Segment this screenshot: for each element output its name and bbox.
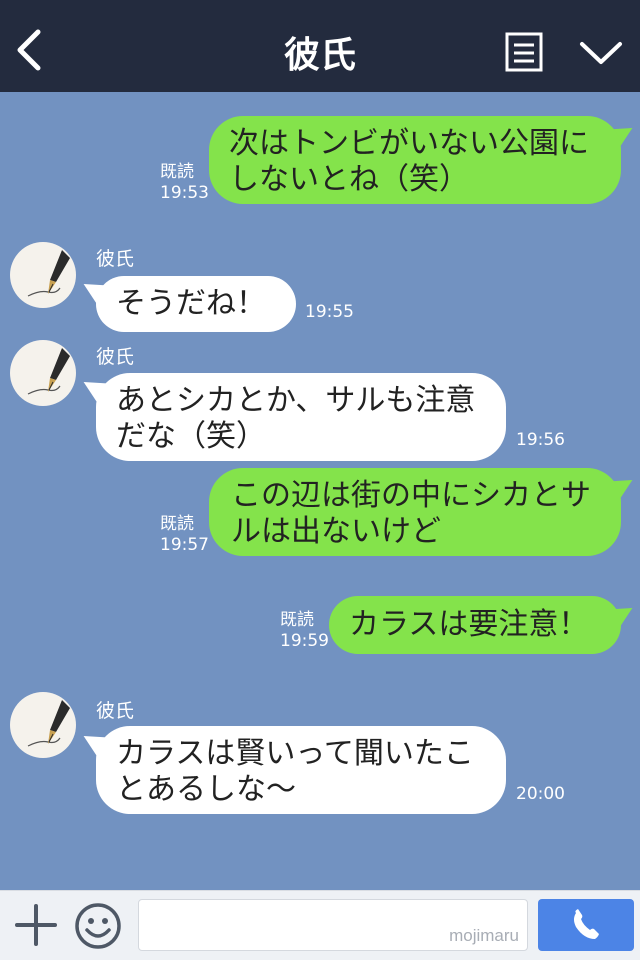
message-list[interactable]: 既読 19:53 次はトンビがいない公園に しないとね（笑） 彼氏 そうだね！ …	[0, 92, 640, 890]
message-text: カラスは賢いって聞いたこ とあるしな〜	[116, 736, 474, 807]
message-time: 19:53	[160, 183, 209, 203]
their-message-bubble[interactable]: カラスは賢いって聞いたこ とあるしな〜	[96, 726, 506, 814]
my-message-bubble[interactable]: この辺は街の中にシカとサ ルは出ないけど	[209, 468, 621, 556]
watermark: mojimaru	[449, 926, 519, 945]
message-text: あとシカとか、サルも注意 だな（笑）	[116, 383, 476, 454]
message-text: 次はトンビがいない公園に しないとね（笑）	[229, 126, 589, 197]
plus-icon	[15, 904, 57, 946]
my-message-bubble[interactable]: 次はトンビがいない公園に しないとね（笑）	[209, 116, 621, 204]
expand-button[interactable]	[578, 38, 624, 68]
chat-header: 彼氏	[0, 0, 640, 92]
smiley-icon	[75, 903, 121, 949]
message-text: この辺は街の中にシカとサ ルは出ないけど	[231, 478, 591, 549]
read-label: 既読	[160, 514, 194, 534]
message-text: カラスは要注意！	[349, 607, 589, 642]
sender-name: 彼氏	[96, 346, 135, 368]
phone-icon	[574, 909, 599, 939]
read-receipt: 既読 19:53	[160, 162, 209, 204]
message-time: 19:57	[160, 535, 209, 555]
call-button[interactable]	[538, 899, 634, 951]
sender-name: 彼氏	[96, 248, 135, 270]
read-label: 既読	[160, 162, 194, 182]
add-button[interactable]	[14, 903, 58, 947]
fountain-pen-icon	[27, 700, 70, 747]
read-label: 既読	[280, 610, 314, 630]
read-receipt: 既読 19:57	[160, 514, 209, 556]
their-message-bubble[interactable]: そうだね！	[96, 276, 296, 332]
input-bar: mojimaru	[0, 890, 640, 960]
message-text: そうだね！	[116, 286, 266, 321]
avatar[interactable]	[10, 692, 76, 758]
message-time: 19:59	[280, 631, 329, 651]
their-message-bubble[interactable]: あとシカとか、サルも注意 だな（笑）	[96, 373, 506, 461]
sender-name: 彼氏	[96, 700, 135, 722]
notes-button[interactable]	[505, 32, 543, 72]
read-receipt: 既読 19:59	[280, 610, 329, 652]
chevron-down-icon	[580, 42, 622, 64]
fountain-pen-icon	[27, 348, 70, 395]
message-time: 20:00	[516, 784, 565, 804]
fountain-pen-icon	[27, 250, 70, 297]
message-time: 19:55	[305, 302, 354, 322]
my-message-bubble[interactable]: カラスは要注意！	[329, 596, 621, 654]
message-time: 19:56	[516, 430, 565, 450]
message-input[interactable]: mojimaru	[138, 899, 528, 951]
avatar[interactable]	[10, 340, 76, 406]
notes-icon	[505, 32, 543, 72]
chat-title: 彼氏	[283, 35, 356, 76]
emoji-button[interactable]	[74, 902, 122, 950]
avatar[interactable]	[10, 242, 76, 308]
